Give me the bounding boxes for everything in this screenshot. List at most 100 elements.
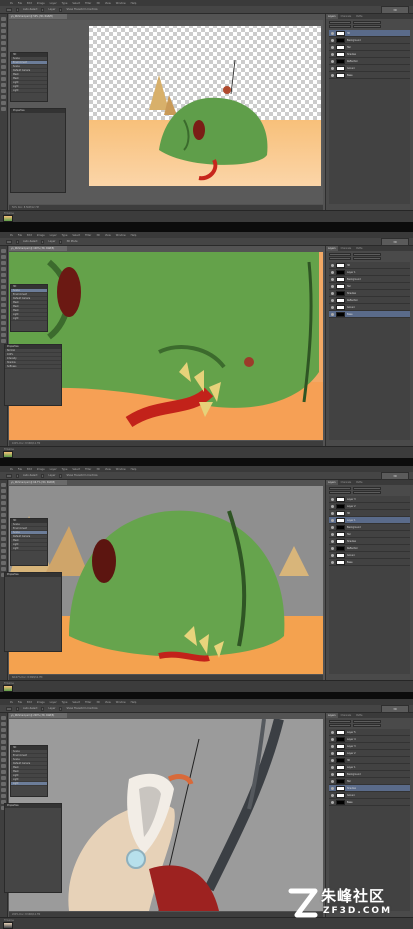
- option-checkbox[interactable]: [41, 239, 45, 244]
- layer-row[interactable]: Tail: [329, 531, 410, 538]
- menu-item-image[interactable]: Image: [37, 468, 45, 471]
- menu-item-view[interactable]: View: [105, 234, 111, 237]
- layer-row[interactable]: Shadow: [329, 290, 410, 297]
- tool-icon[interactable]: [1, 315, 6, 319]
- menu-item-select[interactable]: Select: [72, 468, 80, 471]
- tab-paths[interactable]: Paths: [354, 14, 364, 19]
- menu-item-layer[interactable]: Layer: [50, 468, 57, 471]
- opacity-field[interactable]: [353, 25, 381, 28]
- eye-icon[interactable]: [331, 553, 334, 557]
- tool-icon[interactable]: [1, 728, 6, 732]
- tool-icon[interactable]: [1, 285, 6, 289]
- tool-icon[interactable]: [1, 41, 6, 45]
- tool-icon[interactable]: [1, 764, 6, 768]
- property-field[interactable]: Softness: [5, 365, 61, 369]
- tab-paths[interactable]: Paths: [354, 246, 364, 251]
- timeline-clip[interactable]: [3, 451, 13, 458]
- eye-icon[interactable]: [331, 298, 334, 302]
- workspace-switcher[interactable]: 3D: [381, 238, 409, 246]
- layer-row[interactable]: Background: [329, 524, 410, 531]
- tool-icon[interactable]: [1, 495, 6, 499]
- tool-icon[interactable]: [1, 561, 6, 565]
- tool-icon[interactable]: [1, 788, 6, 792]
- tab-layers[interactable]: Layers: [326, 246, 338, 251]
- layer-row[interactable]: Reflection: [329, 545, 410, 552]
- menu-item-view[interactable]: View: [105, 701, 111, 704]
- 3d-scene-item[interactable]: Light: [11, 89, 47, 93]
- blend-mode-select[interactable]: [353, 487, 381, 490]
- option-checkbox[interactable]: [41, 473, 45, 478]
- eye-icon[interactable]: [331, 560, 334, 564]
- layer-row[interactable]: Layer 2: [329, 750, 410, 757]
- eye-icon[interactable]: [331, 284, 334, 288]
- tool-icon[interactable]: [1, 107, 6, 111]
- menu-item-file[interactable]: File: [18, 234, 22, 237]
- menu-item-3d[interactable]: 3D: [96, 701, 100, 704]
- layer-row[interactable]: Shadow: [329, 538, 410, 545]
- layer-row[interactable]: 3D: [329, 30, 410, 37]
- menu-item-window[interactable]: Window: [116, 2, 126, 5]
- option-checkbox[interactable]: [41, 706, 45, 711]
- option-checkbox[interactable]: [59, 7, 63, 12]
- tab-paths[interactable]: Paths: [354, 480, 364, 485]
- blend-mode-select[interactable]: [353, 720, 381, 723]
- eye-icon[interactable]: [331, 539, 334, 543]
- filter-kind-select[interactable]: [329, 720, 351, 723]
- menu-item-image[interactable]: Image: [37, 2, 45, 5]
- option-checkbox[interactable]: [59, 239, 63, 244]
- tool-icon[interactable]: [1, 303, 6, 307]
- tab-layers[interactable]: Layers: [326, 713, 338, 718]
- layer-row[interactable]: Base: [329, 72, 410, 79]
- layer-row[interactable]: Tail: [329, 283, 410, 290]
- menu-item-select[interactable]: Select: [72, 234, 80, 237]
- layer-row[interactable]: Reflection: [329, 58, 410, 65]
- layer-row[interactable]: Base: [329, 799, 410, 806]
- menu-item-layer[interactable]: Layer: [50, 701, 57, 704]
- tool-icon[interactable]: [1, 261, 6, 265]
- layer-row[interactable]: Ground: [329, 792, 410, 799]
- tool-preset-picker[interactable]: [6, 473, 12, 478]
- eye-icon[interactable]: [331, 744, 334, 748]
- option-checkbox[interactable]: [59, 473, 63, 478]
- eye-icon[interactable]: [331, 532, 334, 536]
- tool-icon[interactable]: [1, 782, 6, 786]
- tab-layers[interactable]: Layers: [326, 14, 338, 19]
- eye-icon[interactable]: [331, 31, 334, 35]
- opacity-field[interactable]: [353, 724, 381, 727]
- eye-icon[interactable]: [331, 52, 334, 56]
- 3d-scene-item[interactable]: Light: [11, 547, 47, 551]
- menu-item-ps[interactable]: Ps: [10, 701, 13, 704]
- tool-icon[interactable]: [1, 716, 6, 720]
- menu-item-file[interactable]: File: [18, 701, 22, 704]
- blend-mode-select[interactable]: [353, 253, 381, 256]
- tool-icon[interactable]: [1, 255, 6, 259]
- menu-item-help[interactable]: Help: [131, 2, 137, 5]
- menu-item-3d[interactable]: 3D: [96, 2, 100, 5]
- eye-icon[interactable]: [331, 772, 334, 776]
- tool-icon[interactable]: [1, 291, 6, 295]
- menu-item-help[interactable]: Help: [131, 468, 137, 471]
- tool-icon[interactable]: [1, 17, 6, 21]
- option-checkbox[interactable]: [16, 473, 19, 478]
- menu-item-filter[interactable]: Filter: [85, 234, 91, 237]
- lock-controls[interactable]: [329, 724, 351, 727]
- layer-row[interactable]: Background: [329, 37, 410, 44]
- tool-icon[interactable]: [1, 65, 6, 69]
- menu-item-help[interactable]: Help: [131, 701, 137, 704]
- eye-icon[interactable]: [331, 751, 334, 755]
- eye-icon[interactable]: [331, 800, 334, 804]
- tool-icon[interactable]: [1, 567, 6, 571]
- layer-row[interactable]: Layer 3: [329, 496, 410, 503]
- menu-item-filter[interactable]: Filter: [85, 468, 91, 471]
- tool-icon[interactable]: [1, 297, 6, 301]
- eye-icon[interactable]: [331, 518, 334, 522]
- tool-icon[interactable]: [1, 770, 6, 774]
- eye-icon[interactable]: [331, 66, 334, 70]
- tool-icon[interactable]: [1, 531, 6, 535]
- layer-row[interactable]: Ground: [329, 552, 410, 559]
- eye-icon[interactable]: [331, 277, 334, 281]
- menu-item-edit[interactable]: Edit: [27, 2, 32, 5]
- tool-icon[interactable]: [1, 29, 6, 33]
- tool-preset-picker[interactable]: [6, 239, 12, 244]
- menu-item-ps[interactable]: Ps: [10, 2, 13, 5]
